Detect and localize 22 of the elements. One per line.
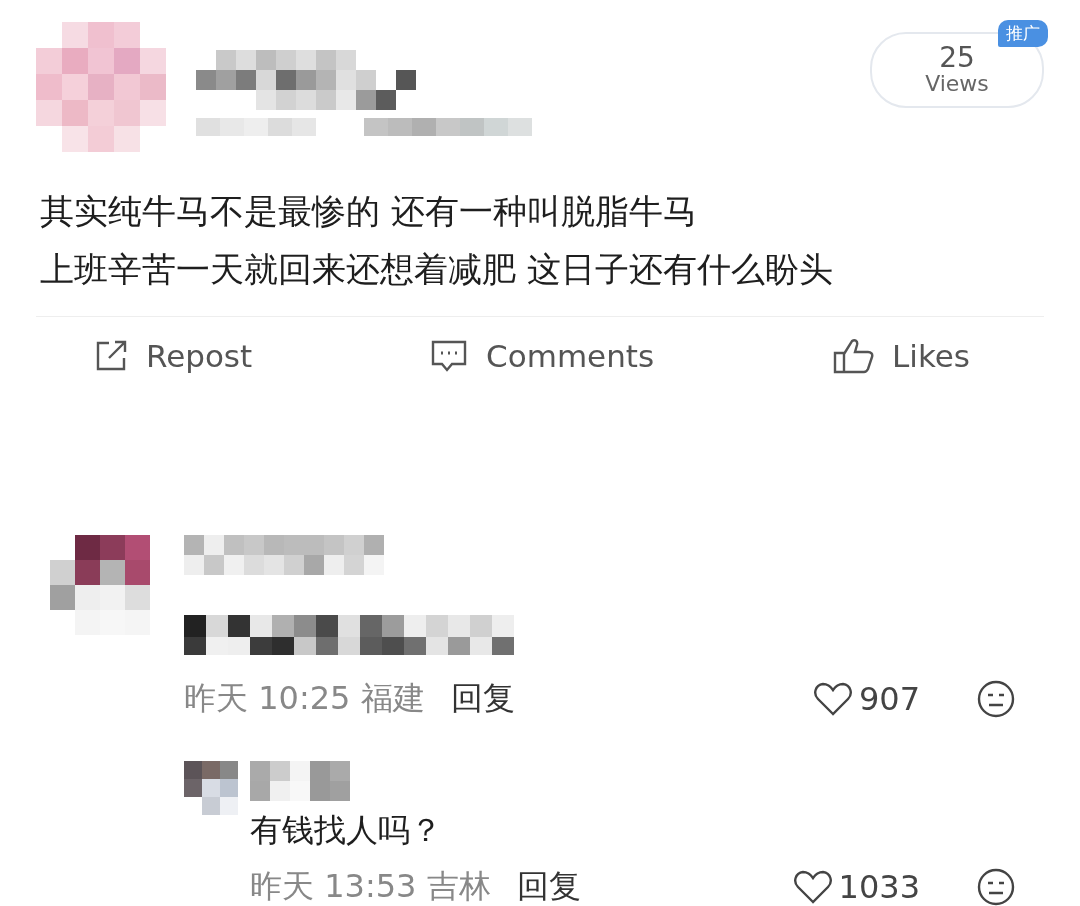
emoji-icon[interactable] [976, 679, 1016, 719]
comment-icon [430, 339, 469, 373]
like-count: 907 [858, 680, 920, 718]
post-text: 其实纯牛马不是最惨的 还有一种叫脱脂牛马 上班辛苦一天就回来还想着减肥 这日子还有什么盼头 [39, 190, 834, 291]
reply-button[interactable]: 回复 [516, 865, 581, 906]
likes-button[interactable]: Likes [832, 337, 970, 375]
promo-tag: 推广 [998, 20, 1048, 47]
comment-meta: 昨天 13:53 吉林 [250, 866, 491, 906]
repost-button[interactable]: Repost [94, 337, 253, 375]
edit-icon [94, 339, 128, 373]
thumbs-up-icon [832, 337, 875, 375]
heart-icon[interactable] [792, 869, 833, 905]
comments-button[interactable]: Comments [430, 337, 655, 375]
comment-meta: 昨天 10:25 福建 [184, 678, 425, 719]
views-label: Views [925, 71, 989, 97]
emoji-icon[interactable] [976, 867, 1016, 906]
reply-button[interactable]: 回复 [450, 677, 515, 721]
avatar [184, 761, 238, 815]
heart-icon[interactable] [812, 681, 853, 717]
views-count: 25 [939, 43, 975, 72]
reply-text: 有钱找人吗？ [250, 810, 443, 851]
like-count: 1033 [838, 868, 920, 906]
